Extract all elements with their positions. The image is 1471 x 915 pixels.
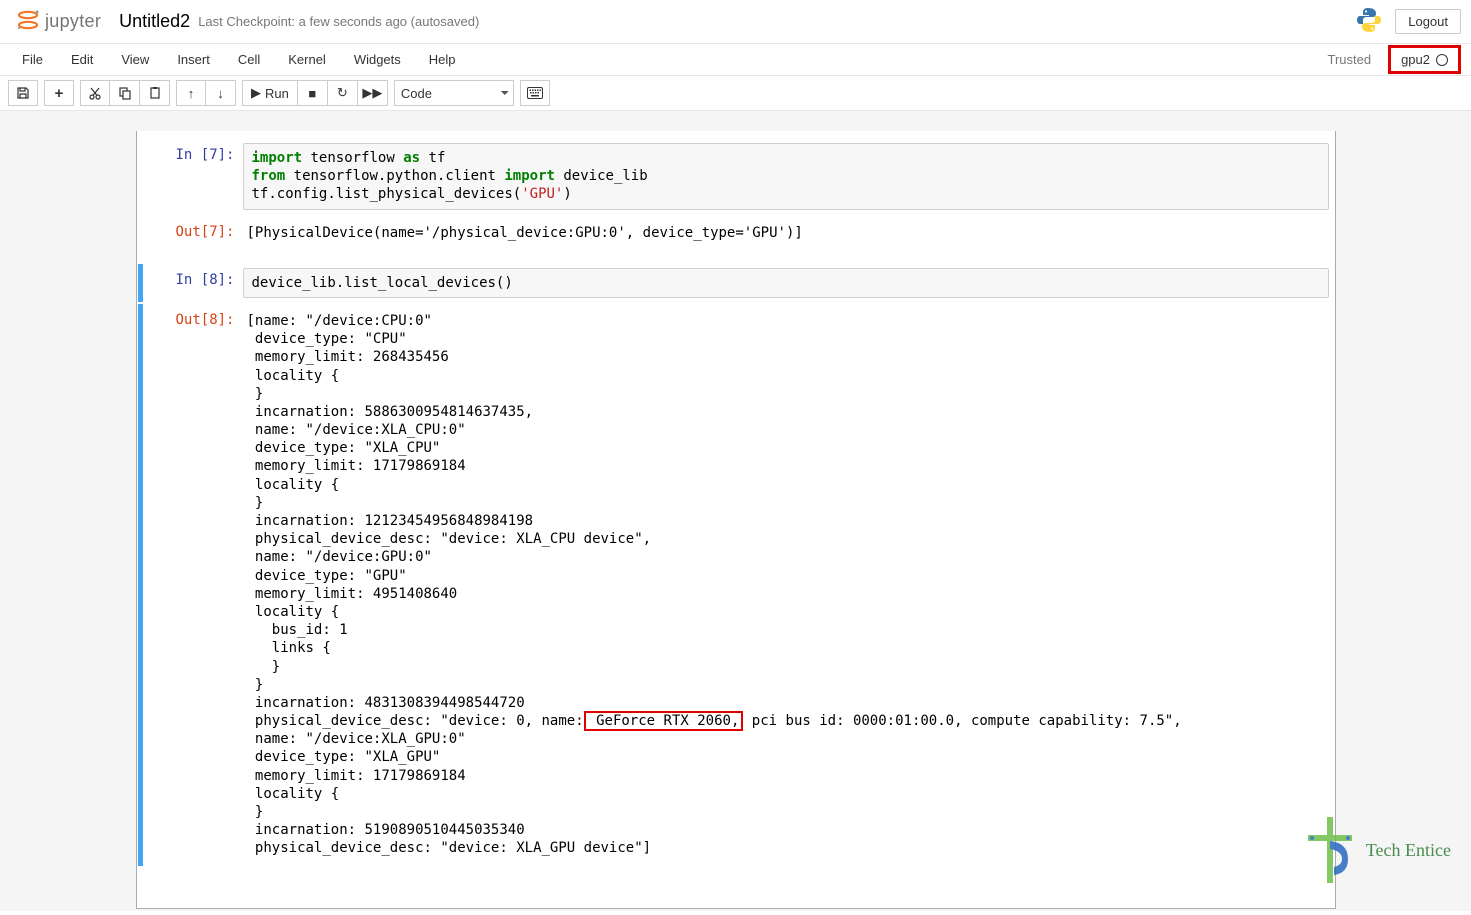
copy-button[interactable]	[110, 80, 140, 106]
notebook-name[interactable]: Untitled2	[119, 11, 190, 32]
menubar-row: File Edit View Insert Cell Kernel Widget…	[0, 44, 1471, 76]
output-text: [PhysicalDevice(name='/physical_device:G…	[243, 220, 1329, 246]
output-cell: Out[7]: [PhysicalDevice(name='/physical_…	[143, 216, 1329, 250]
kernel-indicator[interactable]: gpu2	[1388, 45, 1461, 74]
notebook-header: jupyter Untitled2 Last Checkpoint: a few…	[0, 0, 1471, 44]
move-down-button[interactable]: ↓	[206, 80, 236, 106]
run-button[interactable]: ▶ Run	[242, 80, 298, 106]
input-prompt: In [8]:	[143, 268, 243, 298]
paste-icon	[148, 86, 162, 100]
restart-button[interactable]: ↻	[328, 80, 358, 106]
command-palette-button[interactable]	[520, 80, 550, 106]
interrupt-button[interactable]: ■	[298, 80, 328, 106]
python-icon	[1355, 6, 1383, 37]
move-up-button[interactable]: ↑	[176, 80, 206, 106]
arrow-up-icon: ↑	[188, 86, 195, 101]
paste-button[interactable]	[140, 80, 170, 106]
output-cell: Out[8]: [name: "/device:CPU:0" device_ty…	[138, 304, 1329, 866]
plus-icon: +	[55, 85, 64, 102]
output-text: [name: "/device:CPU:0" device_type: "CPU…	[243, 308, 1329, 862]
notebook-container: In [7]: import tensorflow as tf from ten…	[136, 131, 1336, 909]
menu-cell[interactable]: Cell	[224, 44, 274, 75]
highlighted-gpu-name: GeForce RTX 2060,	[584, 711, 744, 731]
logout-button[interactable]: Logout	[1395, 9, 1461, 34]
logo-text: jupyter	[45, 11, 101, 32]
jupyter-logo[interactable]: jupyter	[15, 7, 101, 36]
cut-icon	[88, 86, 102, 100]
save-icon	[16, 86, 30, 100]
kernel-name: gpu2	[1401, 52, 1430, 67]
output-prompt: Out[7]:	[143, 220, 243, 246]
run-label: Run	[265, 86, 289, 101]
kernel-status-icon	[1436, 54, 1448, 66]
input-prompt: In [7]:	[143, 143, 243, 210]
menu-insert[interactable]: Insert	[163, 44, 224, 75]
checkpoint-status: Last Checkpoint: a few seconds ago (auto…	[198, 14, 479, 29]
play-icon: ▶	[251, 85, 261, 101]
jupyter-icon	[15, 7, 41, 36]
restart-icon: ↻	[337, 85, 348, 101]
add-cell-button[interactable]: +	[44, 80, 74, 106]
code-input-area[interactable]: import tensorflow as tf from tensorflow.…	[243, 143, 1329, 210]
menu-edit[interactable]: Edit	[57, 44, 107, 75]
code-cell[interactable]: In [7]: import tensorflow as tf from ten…	[143, 139, 1329, 214]
output-prompt: Out[8]:	[143, 308, 243, 862]
trusted-indicator[interactable]: Trusted	[1316, 47, 1382, 72]
keyboard-icon	[527, 87, 543, 99]
menubar: File Edit View Insert Cell Kernel Widget…	[0, 44, 1316, 75]
menu-widgets[interactable]: Widgets	[340, 44, 415, 75]
cell-type-select[interactable]: Code	[394, 80, 514, 106]
copy-icon	[118, 86, 132, 100]
fast-forward-icon: ▶▶	[362, 85, 382, 101]
code-input-area[interactable]: device_lib.list_local_devices()	[243, 268, 1329, 298]
notebook-scroll-area[interactable]: In [7]: import tensorflow as tf from ten…	[0, 111, 1471, 911]
menu-help[interactable]: Help	[415, 44, 470, 75]
save-button[interactable]	[8, 80, 38, 106]
toolbar: + ↑ ↓ ▶ Run ■ ↻ ▶▶ Code	[0, 76, 1471, 111]
stop-icon: ■	[308, 86, 316, 101]
code-cell[interactable]: In [8]: device_lib.list_local_devices()	[138, 264, 1329, 302]
menu-file[interactable]: File	[8, 44, 57, 75]
cut-button[interactable]	[80, 80, 110, 106]
restart-run-all-button[interactable]: ▶▶	[358, 80, 388, 106]
arrow-down-icon: ↓	[217, 86, 224, 101]
menu-kernel[interactable]: Kernel	[274, 44, 340, 75]
menu-view[interactable]: View	[107, 44, 163, 75]
